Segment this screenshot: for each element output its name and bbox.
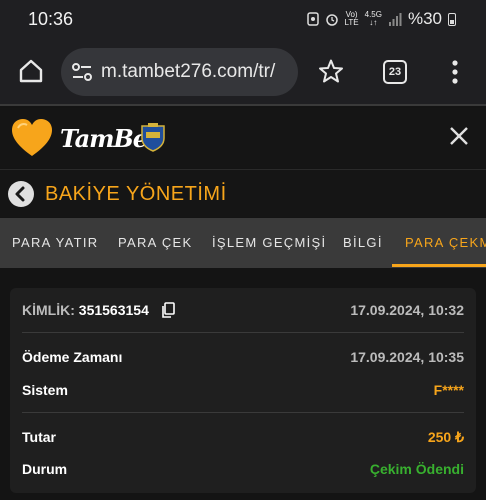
transaction-created-at: 17.09.2024, 10:32 (350, 302, 464, 318)
brand-heart-logo[interactable] (10, 118, 54, 158)
status-value: Çekim Ödendi (369, 461, 464, 477)
close-icon[interactable] (447, 124, 471, 148)
data-arrows-icon: ↓↑ (369, 18, 378, 27)
home-icon[interactable] (18, 58, 44, 84)
payment-time-label: Ödeme Zamanı (22, 349, 123, 365)
club-badge-icon (141, 123, 165, 152)
chevron-left-icon (15, 186, 25, 202)
lte-label: LTE (344, 18, 359, 27)
balance-tabs: PARA YATIR PARA ÇEK İŞLEM GEÇMİŞİ BİLGİ … (0, 218, 486, 268)
card-divider (22, 332, 464, 333)
card-divider (22, 412, 464, 413)
tab-withdrawals[interactable]: PARA ÇEKM (405, 218, 486, 268)
status-icons: Vo) LTE 4.5G ↓↑ %30 (306, 9, 456, 29)
status-bar: 10:36 Vo) LTE 4.5G ↓↑ %30 (0, 0, 486, 38)
url-text[interactable]: m.tambet276.com/tr/ (101, 61, 275, 83)
transaction-id-value: 351563154 (78, 302, 149, 318)
page-title-bar: BAKİYE YÖNETİMİ (0, 169, 486, 217)
site-settings-icon[interactable] (71, 62, 93, 82)
bookmark-star-icon[interactable] (318, 58, 344, 84)
system-value: F**** (433, 382, 464, 398)
address-bar[interactable]: m.tambet276.com/tr/ (61, 48, 298, 96)
system-label: Sistem (22, 382, 68, 398)
page-title: BAKİYE YÖNETİMİ (45, 183, 227, 205)
alarm-icon (325, 14, 338, 26)
tab-transaction-history[interactable]: İŞLEM GEÇMİŞİ (212, 218, 326, 268)
tab-deposit[interactable]: PARA YATIR (12, 218, 98, 268)
active-tab-indicator (392, 264, 486, 267)
transaction-id-label: KİMLİK: (22, 302, 75, 318)
status-time: 10:36 (28, 9, 74, 29)
tab-info[interactable]: BİLGİ (343, 218, 383, 268)
status-label: Durum (22, 461, 68, 477)
battery-percent: %30 (407, 9, 442, 28)
payment-time-value: 17.09.2024, 10:35 (350, 349, 464, 365)
copy-icon[interactable] (161, 302, 175, 318)
site-header: TamBet (0, 108, 486, 168)
screen-record-icon (306, 12, 319, 26)
amount-value: 250 ₺ (427, 429, 464, 445)
tab-switcher-button[interactable]: 23 (383, 60, 407, 84)
more-menu-icon[interactable] (446, 58, 464, 86)
back-button[interactable] (8, 181, 34, 207)
transaction-card: KİMLİK: 351563154 17.09.2024, 10:32 Ödem… (10, 288, 476, 493)
battery-icon (448, 12, 456, 26)
volte-indicator: Vo) LTE (345, 11, 359, 27)
tab-withdraw[interactable]: PARA ÇEK (118, 218, 192, 268)
data-indicator: 4.5G ↓↑ (365, 11, 382, 27)
browser-toolbar: m.tambet276.com/tr/ 23 (0, 38, 486, 106)
signal-icon (388, 12, 402, 26)
amount-label: Tutar (22, 429, 56, 445)
transaction-id: KİMLİK: 351563154 (22, 302, 175, 318)
